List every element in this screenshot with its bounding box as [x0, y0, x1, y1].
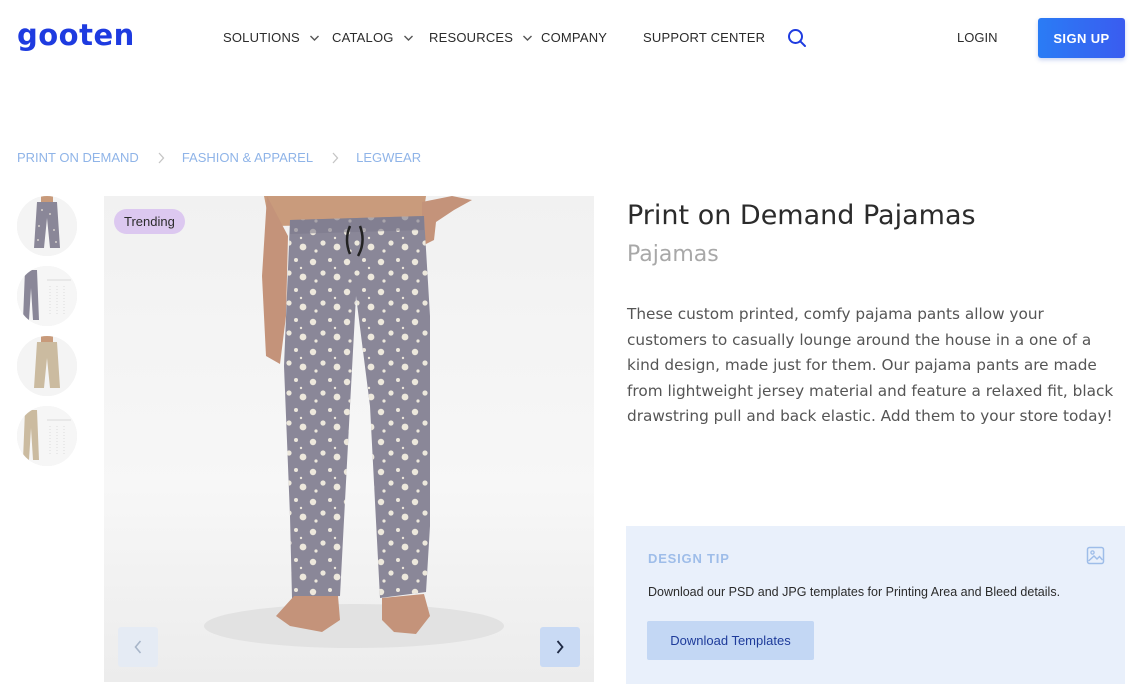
product-main-image: Trending — [104, 196, 594, 682]
nav-resources[interactable]: RESOURCES — [429, 29, 533, 46]
nav-company[interactable]: COMPANY — [541, 29, 607, 46]
pajama-pants-photo — [204, 196, 504, 648]
nav-company-label: COMPANY — [541, 30, 608, 45]
breadcrumb-fashion-apparel[interactable]: FASHION & APPAREL — [182, 150, 313, 166]
search-icon[interactable] — [787, 28, 807, 48]
signup-button[interactable]: SIGN UP — [1038, 18, 1125, 58]
nav-solutions[interactable]: SOLUTIONS — [223, 29, 320, 46]
image-icon — [1086, 546, 1105, 565]
nav-catalog[interactable]: CATALOG — [332, 29, 414, 46]
nav-support-center-label: SUPPORT CENTER — [643, 30, 766, 45]
chevron-left-icon — [134, 640, 142, 654]
nav-resources-label: RESOURCES — [429, 30, 514, 45]
thumbnail-pajama-size-chart[interactable] — [17, 266, 77, 326]
thumbnail-pajama-front[interactable] — [17, 196, 77, 256]
design-tip-panel: DESIGN TIP Download our PSD and JPG temp… — [626, 526, 1125, 684]
design-tip-label: DESIGN TIP — [648, 551, 730, 566]
download-templates-button[interactable]: Download Templates — [647, 621, 814, 660]
pajama-front-thumbnail-icon — [17, 196, 77, 256]
chevron-down-icon — [309, 35, 319, 41]
site-header: gooten SOLUTIONS CATALOG RESOURCES COMPA… — [0, 0, 1136, 76]
thumbnail-khaki-size-chart[interactable] — [17, 406, 77, 466]
trending-badge: Trending — [114, 209, 185, 234]
product-title: Print on Demand Pajamas — [627, 200, 976, 231]
chevron-right-icon — [158, 152, 165, 164]
nav-catalog-label: CATALOG — [332, 30, 394, 45]
login-link[interactable]: LOGIN — [957, 29, 997, 46]
breadcrumb-legwear[interactable]: LEGWEAR — [356, 150, 421, 166]
chevron-right-icon — [332, 152, 339, 164]
product-description: These custom printed, comfy pajama pants… — [627, 305, 1114, 426]
chevron-right-icon — [556, 640, 564, 654]
gallery-next-button[interactable] — [540, 627, 580, 667]
breadcrumb: PRINT ON DEMAND FASHION & APPAREL LEGWEA… — [17, 150, 421, 166]
pajama-size-chart-thumbnail-icon — [17, 266, 77, 326]
khaki-size-chart-thumbnail-icon — [17, 406, 77, 466]
nav-solutions-label: SOLUTIONS — [223, 30, 300, 45]
chevron-down-icon — [523, 35, 533, 41]
nav-support-center[interactable]: SUPPORT CENTER — [643, 29, 765, 46]
product-subtitle: Pajamas — [627, 242, 719, 267]
design-tip-text: Download our PSD and JPG templates for P… — [648, 585, 1061, 599]
chevron-down-icon — [403, 35, 413, 41]
thumbnail-khaki-pajama[interactable] — [17, 336, 77, 396]
gooten-logo[interactable]: gooten — [17, 17, 135, 53]
khaki-pajama-thumbnail-icon — [17, 336, 77, 396]
breadcrumb-print-on-demand[interactable]: PRINT ON DEMAND — [17, 150, 139, 166]
gallery-prev-button[interactable] — [118, 627, 158, 667]
